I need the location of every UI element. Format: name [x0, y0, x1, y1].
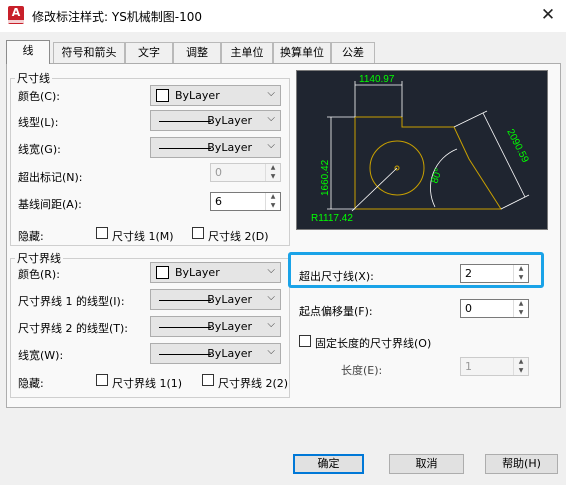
- extend-ticks-spinner[interactable]: 0 ▲ ▼: [210, 163, 281, 182]
- spin-up-icon[interactable]: ▲: [514, 300, 528, 308]
- line-sample: [159, 327, 211, 328]
- help-button[interactable]: 帮助(H): [485, 454, 558, 474]
- ext-color-select[interactable]: ByLayer ⌵: [150, 262, 281, 283]
- title-bar: A 修改标注样式: YS机械制图-100 ✕: [0, 0, 566, 32]
- chevron-down-icon: ⌵: [267, 88, 275, 99]
- spin-down-icon[interactable]: ▼: [266, 173, 280, 181]
- dim-linetype-select[interactable]: ByLayer ⌵: [150, 110, 281, 131]
- ext-linetype2-label: 尺寸界线 2 的线型(T):: [18, 322, 128, 335]
- tab-tolerances[interactable]: 公差: [331, 42, 375, 63]
- dim-lineweight-label: 线宽(G):: [18, 143, 61, 156]
- tab-fit[interactable]: 调整: [173, 42, 221, 63]
- dimension-preview: 1140.97 1660.42 2090.59 80° R1117.42: [296, 70, 548, 230]
- line-sample: [159, 354, 211, 355]
- line-sample: [159, 121, 211, 122]
- preview-geometry: [354, 116, 502, 210]
- chevron-down-icon: ⌵: [267, 265, 275, 276]
- offset-origin-spinner[interactable]: 0 ▲ ▼: [460, 299, 529, 318]
- ext-linetype2-select[interactable]: ByLayer ⌵: [150, 316, 281, 337]
- chevron-down-icon: ⌵: [267, 113, 275, 124]
- suppress-dim-line1-label: 尺寸线 1(M): [112, 230, 174, 243]
- chevron-down-icon: ⌵: [267, 346, 275, 357]
- part-outline: [354, 116, 502, 210]
- suppress-ext-line1-label: 尺寸界线 1(1): [112, 377, 183, 390]
- cancel-button[interactable]: 取消: [389, 454, 464, 474]
- radius-leader: [351, 167, 398, 212]
- spin-up-icon[interactable]: ▲: [514, 358, 528, 366]
- offset-origin-label: 起点偏移量(F):: [299, 305, 373, 318]
- spin-down-icon[interactable]: ▼: [266, 202, 280, 210]
- extend-beyond-spinner[interactable]: 2 ▲ ▼: [460, 264, 529, 283]
- dim-lines-legend: 尺寸线: [17, 72, 50, 85]
- preview-drawing: 1140.97 1660.42 2090.59 80° R1117.42: [311, 74, 531, 224]
- chevron-down-icon: ⌵: [267, 292, 275, 303]
- ext-linetype1-select[interactable]: ByLayer ⌵: [150, 289, 281, 310]
- baseline-spacing-label: 基线间距(A):: [18, 198, 82, 211]
- dim-lineweight-select[interactable]: ByLayer ⌵: [150, 137, 281, 158]
- color-swatch: [156, 266, 169, 279]
- dim-left-text: 1660.42: [320, 159, 331, 196]
- suppress-ext-line2-label: 尺寸界线 2(2): [218, 377, 289, 390]
- ext-suppress-label: 隐藏:: [18, 377, 44, 390]
- preview-dims: [327, 81, 530, 212]
- suppress-ext-line2-checkbox[interactable]: [202, 374, 214, 386]
- fixed-length-checkbox[interactable]: [299, 335, 311, 347]
- spin-up-icon[interactable]: ▲: [266, 164, 280, 172]
- tab-lines[interactable]: 线: [6, 40, 50, 64]
- suppress-dim-line1-checkbox[interactable]: [96, 227, 108, 239]
- spin-up-icon[interactable]: ▲: [266, 193, 280, 201]
- spin-down-icon[interactable]: ▼: [514, 367, 528, 375]
- dim-top-text: 1140.97: [359, 74, 395, 85]
- ext-color-label: 颜色(R):: [18, 268, 60, 281]
- chevron-down-icon: ⌵: [267, 319, 275, 330]
- fixed-length-label: 固定长度的尺寸界线(O): [315, 337, 432, 350]
- dim-suppress-label: 隐藏:: [18, 230, 44, 243]
- extend-beyond-label: 超出尺寸线(X):: [299, 270, 374, 283]
- suppress-dim-line2-label: 尺寸线 2(D): [208, 230, 269, 243]
- ext-line: [453, 110, 488, 128]
- dim-color-label: 颜色(C):: [18, 90, 60, 103]
- spin-down-icon[interactable]: ▼: [514, 309, 528, 317]
- window-title: 修改标注样式: YS机械制图-100: [32, 10, 203, 24]
- tab-alternate-units[interactable]: 换算单位: [273, 42, 331, 63]
- close-icon[interactable]: ✕: [536, 4, 560, 26]
- dim-color-select[interactable]: ByLayer ⌵: [150, 85, 281, 106]
- length-spinner[interactable]: 1 ▲ ▼: [460, 357, 529, 376]
- tab-primary-units[interactable]: 主单位: [221, 42, 273, 63]
- chevron-down-icon: ⌵: [267, 140, 275, 151]
- dim-linetype-label: 线型(L):: [18, 116, 59, 129]
- autocad-app-icon: A: [8, 6, 24, 24]
- spin-down-icon[interactable]: ▼: [514, 274, 528, 282]
- dim-angle-text: 80°: [429, 167, 445, 185]
- dim-right-text: 2090.59: [504, 127, 530, 165]
- suppress-dim-line2-checkbox[interactable]: [192, 227, 204, 239]
- ext-lines-legend: 尺寸界线: [17, 252, 61, 265]
- baseline-spacing-spinner[interactable]: 6 ▲ ▼: [210, 192, 281, 211]
- extend-ticks-label: 超出标记(N):: [18, 171, 83, 184]
- line-sample: [159, 300, 211, 301]
- line-sample: [159, 148, 211, 149]
- color-swatch: [156, 89, 169, 102]
- suppress-ext-line1-checkbox[interactable]: [96, 374, 108, 386]
- dim-radius-text: R1117.42: [311, 213, 353, 224]
- spin-up-icon[interactable]: ▲: [514, 265, 528, 273]
- ext-lineweight-select[interactable]: ByLayer ⌵: [150, 343, 281, 364]
- tab-text[interactable]: 文字: [125, 42, 173, 63]
- ext-linetype1-label: 尺寸界线 1 的线型(I):: [18, 295, 125, 308]
- ok-button[interactable]: 确定: [293, 454, 364, 474]
- tab-symbols-arrows[interactable]: 符号和箭头: [53, 42, 125, 63]
- length-label: 长度(E):: [341, 364, 383, 377]
- ext-lineweight-label: 线宽(W):: [18, 349, 64, 362]
